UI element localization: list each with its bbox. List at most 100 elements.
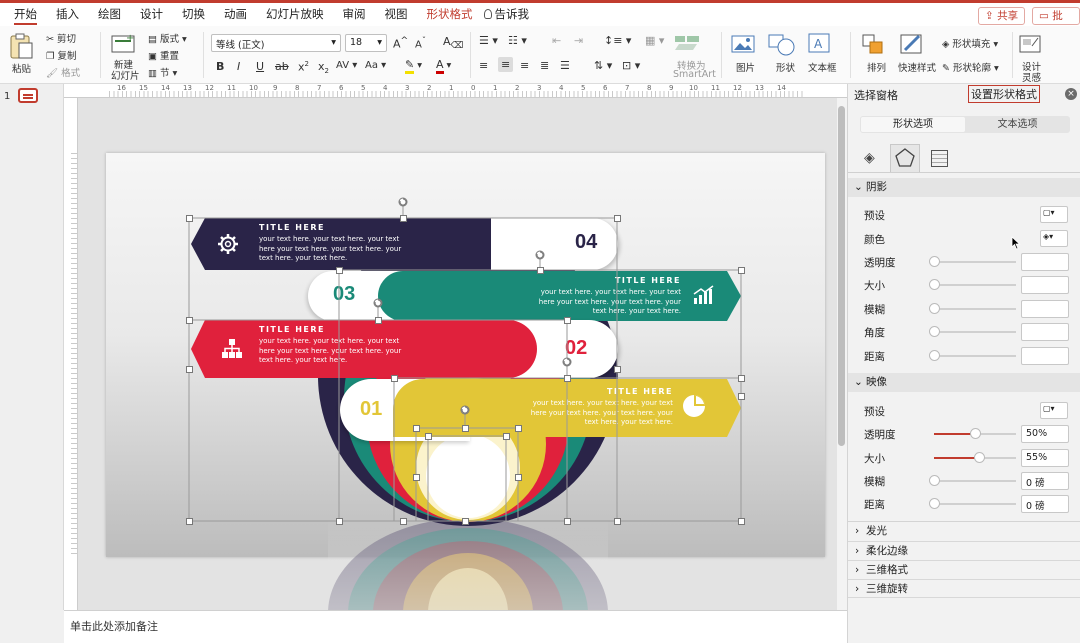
decrease-indent-button[interactable]: ⇤	[552, 34, 561, 47]
designer-icon[interactable]	[1018, 32, 1044, 56]
line-spacing-button[interactable]: ↕≡ ▾	[604, 34, 631, 47]
soft-edges-section-header[interactable]: › 柔化边缘	[848, 541, 1080, 560]
text-direction-button[interactable]: ⇅ ▾	[594, 59, 612, 72]
justify-button[interactable]: ≣	[540, 59, 549, 72]
shadow-distance-slider[interactable]	[929, 350, 1016, 361]
format-painter-button[interactable]: 🖌 格式	[46, 65, 80, 79]
tab-transitions[interactable]: 切换	[182, 3, 205, 26]
shadow-size-slider[interactable]	[929, 279, 1016, 290]
notes-area[interactable]: 单击此处添加备注	[64, 610, 847, 643]
vertical-scrollbar[interactable]	[837, 98, 847, 610]
change-case-button[interactable]: Aa ▾	[365, 60, 386, 71]
rotate-handle-icon[interactable]	[534, 249, 546, 261]
3d-format-section-header[interactable]: › 三维格式	[848, 560, 1080, 579]
bullets-button[interactable]: ☰ ▾	[479, 34, 498, 47]
tab-shape-format[interactable]: 形状格式	[427, 3, 473, 26]
bold-button[interactable]: B	[216, 60, 224, 73]
tab-insert[interactable]: 插入	[56, 3, 79, 26]
increase-indent-button[interactable]: ⇥	[574, 34, 583, 47]
strikethrough-button[interactable]: ab	[275, 60, 289, 73]
layout-button[interactable]: ▤ 版式 ▾	[148, 31, 187, 45]
reflection-transparency-slider[interactable]	[934, 428, 1016, 439]
shadow-section-header[interactable]: ⌄ 阴影	[848, 178, 1080, 197]
share-button[interactable]: ⇪ 共享	[978, 7, 1026, 25]
align-right-button[interactable]: ≡	[520, 59, 529, 72]
reflection-section-header[interactable]: ⌄ 映像	[848, 373, 1080, 392]
shadow-distance-input[interactable]	[1021, 347, 1069, 365]
columns-button[interactable]: ▦ ▾	[645, 34, 664, 47]
smartart-icon[interactable]	[673, 32, 703, 52]
tab-review[interactable]: 审阅	[343, 3, 366, 26]
shadow-blur-slider[interactable]	[929, 303, 1016, 314]
tab-selection-pane[interactable]: 选择窗格	[854, 87, 898, 103]
rotate-handle-icon[interactable]	[372, 297, 384, 309]
effects-tab-icon[interactable]	[890, 144, 920, 172]
align-center-button[interactable]: ≡	[498, 57, 514, 72]
grow-font-button[interactable]: A^	[393, 35, 408, 51]
tab-draw[interactable]: 绘图	[98, 3, 121, 26]
paste-icon[interactable]	[8, 32, 34, 60]
highlight-button[interactable]: ✎ ▾	[405, 58, 422, 74]
rotate-handle-icon[interactable]	[459, 404, 471, 416]
shape-fill-button[interactable]: ◈ 形状填充 ▾	[942, 36, 998, 50]
subscript-button[interactable]: x2	[318, 60, 329, 75]
reflection-distance-slider[interactable]	[929, 498, 1016, 509]
reflection-blur-input[interactable]: 0 磅	[1021, 472, 1069, 490]
italic-button[interactable]: I	[237, 60, 240, 73]
tab-animations[interactable]: 动画	[224, 3, 247, 26]
3d-rotation-section-header[interactable]: › 三维旋转	[848, 579, 1080, 598]
clear-format-button[interactable]: A⌫	[443, 35, 463, 51]
cut-button[interactable]: ✂ 剪切	[46, 31, 76, 45]
quick-styles-icon[interactable]	[899, 32, 927, 56]
superscript-button[interactable]: x2	[298, 60, 309, 74]
shape-icon[interactable]	[767, 32, 797, 56]
char-spacing-button[interactable]: AV ▾	[336, 60, 357, 71]
arrange-icon[interactable]	[861, 33, 885, 55]
reflection-transparency-input[interactable]: 50%	[1021, 425, 1069, 443]
comment-button[interactable]: ▭ 批注	[1032, 7, 1080, 38]
tab-slideshow[interactable]: 幻灯片放映	[266, 3, 324, 26]
distributed-button[interactable]: ☰	[560, 59, 570, 72]
shadow-angle-input[interactable]	[1021, 323, 1069, 341]
picture-icon[interactable]	[731, 34, 757, 54]
reset-button[interactable]: ▣ 重置	[148, 48, 179, 62]
close-icon[interactable]: ×	[1065, 88, 1077, 100]
reflection-size-slider[interactable]	[934, 452, 1016, 463]
paste-label[interactable]: 粘贴	[12, 61, 31, 75]
tab-home[interactable]: 开始	[14, 3, 37, 26]
rotate-handle-icon[interactable]	[561, 356, 573, 368]
shadow-size-input[interactable]	[1021, 276, 1069, 294]
textbox-icon[interactable]: A	[807, 32, 833, 54]
shrink-font-button[interactable]: Aˇ	[415, 35, 426, 50]
shadow-preset-dropdown[interactable]: ▢▾	[1040, 206, 1068, 223]
tab-design[interactable]: 设计	[140, 3, 163, 26]
size-properties-tab-icon[interactable]	[931, 150, 948, 167]
shadow-color-dropdown[interactable]: ◈▾	[1040, 230, 1068, 247]
font-size-select[interactable]: 18 ▾	[345, 34, 387, 52]
align-left-button[interactable]: ≡	[479, 59, 488, 72]
shadow-blur-input[interactable]	[1021, 300, 1069, 318]
tell-me[interactable]: 告诉我	[483, 3, 529, 26]
underline-button[interactable]: U	[256, 60, 264, 73]
section-button[interactable]: ▥ 节 ▾	[148, 65, 177, 79]
reflection-size-input[interactable]: 55%	[1021, 449, 1069, 467]
font-name-select[interactable]: 等线 (正文) ▾	[211, 34, 341, 52]
font-color-button[interactable]: A ▾	[436, 58, 451, 74]
new-slide-icon[interactable]: +	[110, 32, 136, 54]
align-text-button[interactable]: ⊡ ▾	[622, 59, 640, 72]
slide-thumbnail[interactable]	[18, 88, 38, 103]
glow-section-header[interactable]: › 发光	[848, 522, 1080, 541]
shadow-transparency-slider[interactable]	[929, 256, 1016, 267]
reflection-blur-slider[interactable]	[929, 475, 1016, 486]
shadow-angle-slider[interactable]	[929, 326, 1016, 337]
tab-format-shape[interactable]: 设置形状格式	[968, 85, 1040, 103]
shape-outline-button[interactable]: ✎ 形状轮廓 ▾	[942, 60, 999, 74]
reflection-distance-input[interactable]: 0 磅	[1021, 495, 1069, 513]
tab-view[interactable]: 视图	[385, 3, 408, 26]
scrollbar-thumb[interactable]	[838, 106, 845, 446]
rotate-handle-icon[interactable]	[397, 196, 409, 208]
copy-button[interactable]: ❐ 复制	[46, 48, 77, 62]
shadow-transparency-input[interactable]	[1021, 253, 1069, 271]
tab-text-options[interactable]: 文本选项	[966, 117, 1069, 132]
tab-shape-options[interactable]: 形状选项	[861, 117, 965, 132]
